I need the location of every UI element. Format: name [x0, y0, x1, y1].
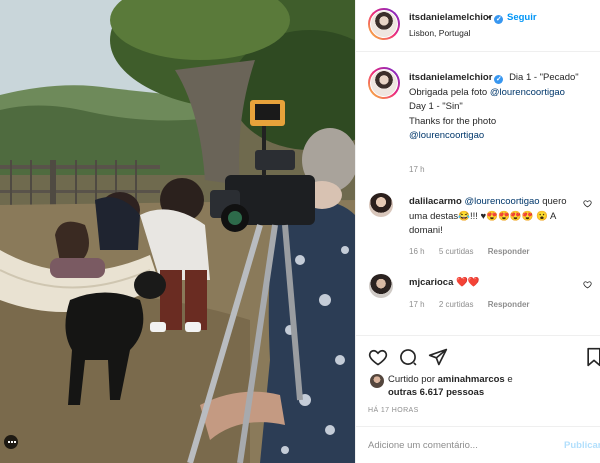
- comment-likes[interactable]: 2 curtidas: [439, 300, 474, 309]
- like-comment-heart-icon[interactable]: [583, 199, 592, 208]
- comment-time[interactable]: 17 h: [409, 300, 425, 309]
- comment-text: dalilacarmo @lourencoortigao quero uma d…: [409, 196, 567, 236]
- liked-count[interactable]: outras 6.617 pessoas: [388, 387, 484, 398]
- reply-button[interactable]: Responder: [488, 247, 530, 256]
- caption-text: itsdanielamelchior ✓ Dia 1 - "Pecado" Obr…: [409, 72, 579, 141]
- comment-likes[interactable]: 5 curtidas: [439, 247, 474, 256]
- liker-username[interactable]: aminahmarcos: [438, 374, 505, 385]
- bookmark-icon[interactable]: [584, 347, 600, 367]
- commenter-avatar[interactable]: [369, 193, 393, 217]
- like-comment-heart-icon[interactable]: [583, 280, 592, 289]
- commenter-avatar[interactable]: [369, 274, 393, 298]
- post-location[interactable]: Lisbon, Portugal: [409, 28, 470, 38]
- author-avatar[interactable]: [368, 8, 400, 40]
- header-separator: •: [488, 12, 492, 22]
- post-side-panel: itsdanielamelchior ✓ • Seguir Lisbon, Por…: [355, 0, 600, 463]
- share-icon[interactable]: [428, 347, 448, 367]
- reply-button[interactable]: Responder: [488, 300, 530, 309]
- comment-time[interactable]: 16 h: [409, 247, 425, 256]
- liked-by-text: Curtido por aminahmarcos e outras 6.617 …: [388, 374, 513, 398]
- post-actions: Curtido por aminahmarcos e outras 6.617 …: [356, 335, 600, 463]
- commenter-username[interactable]: mjcarioca: [409, 277, 453, 288]
- verified-badge-icon: ✓: [494, 15, 504, 24]
- mention-link[interactable]: @lourencoortigao: [490, 87, 565, 98]
- instagram-post-modal: itsdanielamelchior ✓ • Seguir Lisbon, Por…: [0, 0, 600, 463]
- more-options-dots-icon[interactable]: [4, 435, 18, 449]
- post-header: itsdanielamelchior ✓ • Seguir Lisbon, Por…: [356, 0, 600, 52]
- verified-badge-icon: ✓: [494, 75, 504, 84]
- caption-timestamp[interactable]: 17 h: [409, 165, 425, 174]
- post-photo[interactable]: [0, 0, 355, 463]
- mention-link[interactable]: @lourencoortigao: [464, 196, 539, 207]
- caption-username[interactable]: itsdanielamelchior ✓: [409, 72, 504, 84]
- publish-button[interactable]: Publicar: [564, 440, 600, 451]
- comment-icon[interactable]: [398, 347, 418, 367]
- comment-text: mjcarioca ❤️❤️: [409, 277, 480, 288]
- add-comment-bar: Adicione um comentário... Publicar: [356, 426, 600, 463]
- post-age[interactable]: HÁ 17 HORAS: [368, 407, 419, 414]
- liker-avatar[interactable]: [370, 374, 384, 388]
- comment-input[interactable]: Adicione um comentário...: [368, 440, 478, 451]
- comment-meta: 16 h 5 curtidas Responder: [409, 247, 542, 256]
- photo-scene: [0, 0, 355, 463]
- caption-author-avatar[interactable]: [368, 67, 400, 99]
- mention-link[interactable]: @lourencoortigao: [409, 130, 484, 141]
- commenter-username[interactable]: dalilacarmo: [409, 196, 462, 207]
- comment-meta: 17 h 2 curtidas Responder: [409, 300, 542, 309]
- follow-button[interactable]: Seguir: [507, 12, 537, 23]
- heart-icon[interactable]: [368, 347, 388, 367]
